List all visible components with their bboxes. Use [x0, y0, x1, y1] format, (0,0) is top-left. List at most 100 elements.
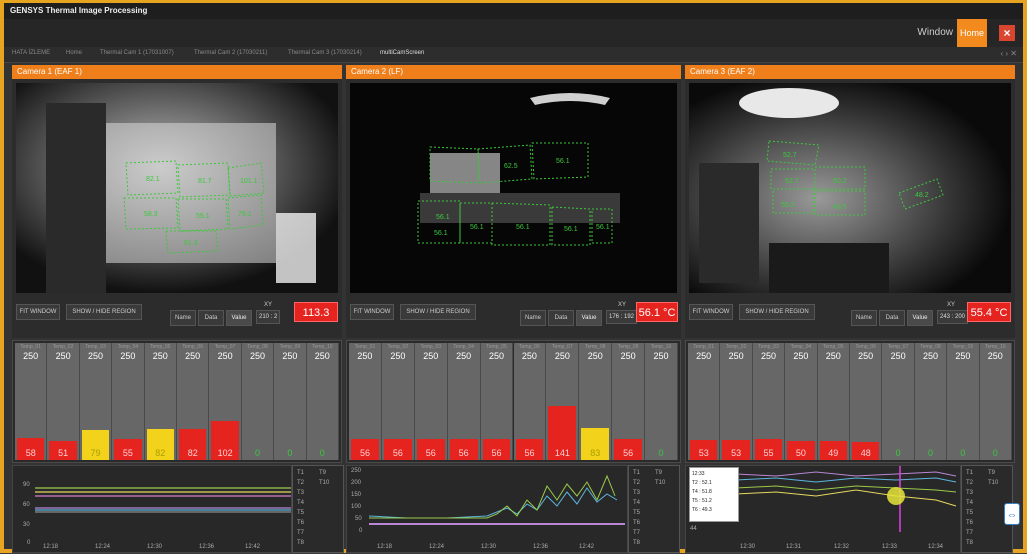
- legend-entry[interactable]: T7: [297, 530, 304, 536]
- y-tick: 50: [355, 516, 362, 522]
- data-toggle[interactable]: Data: [198, 310, 224, 326]
- temp-column: Temp_05 250 56: [480, 343, 514, 460]
- legend-entry[interactable]: T4: [297, 500, 304, 506]
- xy-value: 243 : 200: [937, 310, 969, 324]
- value-toggle[interactable]: Value: [576, 310, 602, 326]
- legend-entry[interactable]: T6: [633, 520, 640, 526]
- legend-entry[interactable]: T2: [633, 480, 640, 486]
- tooltip-row: T2 : 52.1: [692, 480, 712, 486]
- legend-entry[interactable]: T5: [966, 510, 973, 516]
- temp-column: Temp_08 250 83: [579, 343, 613, 460]
- legend-entry[interactable]: T1: [966, 470, 973, 476]
- tab-bar: HATA İZLEME Home Thermal Cam 1 (17031007…: [4, 47, 1023, 63]
- column-header: Temp_02: [387, 344, 409, 350]
- fit-window-button[interactable]: FIT WINDOW: [16, 304, 60, 320]
- show-hide-region-button[interactable]: SHOW / HIDE REGION: [66, 304, 142, 320]
- menu-window[interactable]: Window: [917, 27, 953, 38]
- tab-hata-izleme[interactable]: HATA İZLEME: [12, 50, 50, 56]
- column-header: Temp_09: [279, 344, 301, 350]
- legend-entry[interactable]: T8: [297, 540, 304, 546]
- column-header: Temp_02: [725, 344, 747, 350]
- legend-entry[interactable]: T1: [297, 470, 304, 476]
- close-icon[interactable]: ×: [999, 25, 1015, 41]
- data-toggle[interactable]: Data: [548, 310, 574, 326]
- value-toggle[interactable]: Value: [907, 310, 933, 326]
- legend-entry[interactable]: T7: [966, 530, 973, 536]
- legend-entry[interactable]: T5: [297, 510, 304, 516]
- region-value: 79.1: [238, 211, 252, 218]
- x-tick: 12:33: [882, 544, 898, 550]
- legend-entry[interactable]: T9: [988, 470, 995, 476]
- xy-label: XY: [947, 302, 956, 308]
- fit-window-button[interactable]: FIT WINDOW: [689, 304, 733, 320]
- legend-entry[interactable]: T9: [319, 470, 326, 476]
- legend-entry[interactable]: T3: [633, 490, 640, 496]
- legend-entry[interactable]: T1: [633, 470, 640, 476]
- legend-entry[interactable]: T10: [655, 480, 665, 486]
- x-tick: 12:34: [928, 544, 944, 550]
- region-value: 56.1: [516, 224, 530, 231]
- legend-entry[interactable]: T10: [988, 480, 998, 486]
- legend-entry[interactable]: T3: [966, 490, 973, 496]
- trend-chart-1[interactable]: 90 60 30 0 12:18 12:24 12:30 12:36 12:42: [12, 465, 292, 553]
- tooltip-time: 12:33: [692, 471, 705, 477]
- tooltip-row: T5 : 51.2: [692, 498, 712, 504]
- temp-column: Temp_04 250 50: [785, 343, 818, 460]
- legend-entry[interactable]: T4: [966, 500, 973, 506]
- tab-home[interactable]: Home: [66, 50, 82, 56]
- tab-thermal-cam-1[interactable]: Thermal Cam 1 (17031007): [100, 50, 174, 56]
- camera-panel-1: Camera 1 (EAF 1) 82.1 81.7 101.1 58.3 55…: [12, 65, 342, 338]
- bar-value: 49: [828, 448, 839, 458]
- menu-home[interactable]: Home: [957, 19, 987, 47]
- tab-multicamscreen[interactable]: multiCamScreen: [380, 50, 424, 56]
- legend-entry[interactable]: T3: [297, 490, 304, 496]
- tab-controls[interactable]: ‹ › ✕: [1001, 49, 1017, 58]
- value-toggle[interactable]: Value: [226, 310, 252, 326]
- legend-entry[interactable]: T7: [633, 530, 640, 536]
- x-tick: 12:30: [740, 544, 756, 550]
- legend-entry[interactable]: T5: [633, 510, 640, 516]
- column-header: Temp_03: [420, 344, 442, 350]
- legend-entry[interactable]: T9: [655, 470, 662, 476]
- name-toggle[interactable]: Name: [851, 310, 877, 326]
- legend-entry[interactable]: T8: [633, 540, 640, 546]
- show-hide-region-button[interactable]: SHOW / HIDE REGION: [400, 304, 476, 320]
- legend-entry[interactable]: T8: [966, 540, 973, 546]
- bar-value: 0: [927, 448, 933, 458]
- tab-thermal-cam-2[interactable]: Thermal Cam 2 (17030211): [194, 50, 267, 56]
- max-temperature: 56.1 °C: [636, 302, 678, 322]
- column-header: Temp_07: [887, 344, 909, 350]
- temp-column: Temp_01 250 53: [688, 343, 721, 460]
- bar-value: 58: [25, 448, 36, 458]
- xy-value: 176 : 192: [606, 310, 638, 324]
- legend-entry[interactable]: T10: [319, 480, 329, 486]
- name-toggle[interactable]: Name: [170, 310, 196, 326]
- bar-value: 79: [90, 448, 101, 458]
- temp-column: Temp_06 250 48: [850, 343, 883, 460]
- camera-view[interactable]: 82.1 81.7 101.1 58.3 55.1 79.1 51.3: [16, 83, 338, 293]
- trend-chart-2[interactable]: 250 200 150 100 50 0 12:18 12:24 12:30 1…: [346, 465, 628, 553]
- side-panel-icon[interactable]: ⇔: [1004, 503, 1020, 525]
- data-toggle[interactable]: Data: [879, 310, 905, 326]
- camera-view[interactable]: 52.7 52.7 50.2 55.2 49.5 48.2: [689, 83, 1011, 293]
- legend-entry[interactable]: T2: [297, 480, 304, 486]
- tooltip-row: T4 : 51.8: [692, 489, 712, 495]
- region-value: 56.1: [436, 214, 450, 221]
- bar-value: 56: [458, 448, 469, 458]
- tab-thermal-cam-3[interactable]: Thermal Cam 3 (17030214): [288, 50, 362, 56]
- region-value: 56.1: [556, 158, 570, 165]
- show-hide-region-button[interactable]: SHOW / HIDE REGION: [739, 304, 815, 320]
- column-max: 250: [554, 351, 570, 361]
- legend-entry[interactable]: T2: [966, 480, 973, 486]
- column-header: Temp_02: [52, 344, 74, 350]
- legend-entry[interactable]: T6: [966, 520, 973, 526]
- thermal-image: 62.5 56.1 56.1 56.1 56.1 56.1 56.1 56.1: [350, 83, 677, 293]
- legend-entry[interactable]: T4: [633, 500, 640, 506]
- fit-window-button[interactable]: FIT WINDOW: [350, 304, 394, 320]
- temp-column: Temp_08 250 0: [241, 343, 275, 460]
- column-header: Temp_08: [920, 344, 941, 350]
- camera-view[interactable]: 62.5 56.1 56.1 56.1 56.1 56.1 56.1 56.1: [350, 83, 677, 293]
- y-tick: 0: [27, 540, 31, 546]
- legend-entry[interactable]: T6: [297, 520, 304, 526]
- name-toggle[interactable]: Name: [520, 310, 546, 326]
